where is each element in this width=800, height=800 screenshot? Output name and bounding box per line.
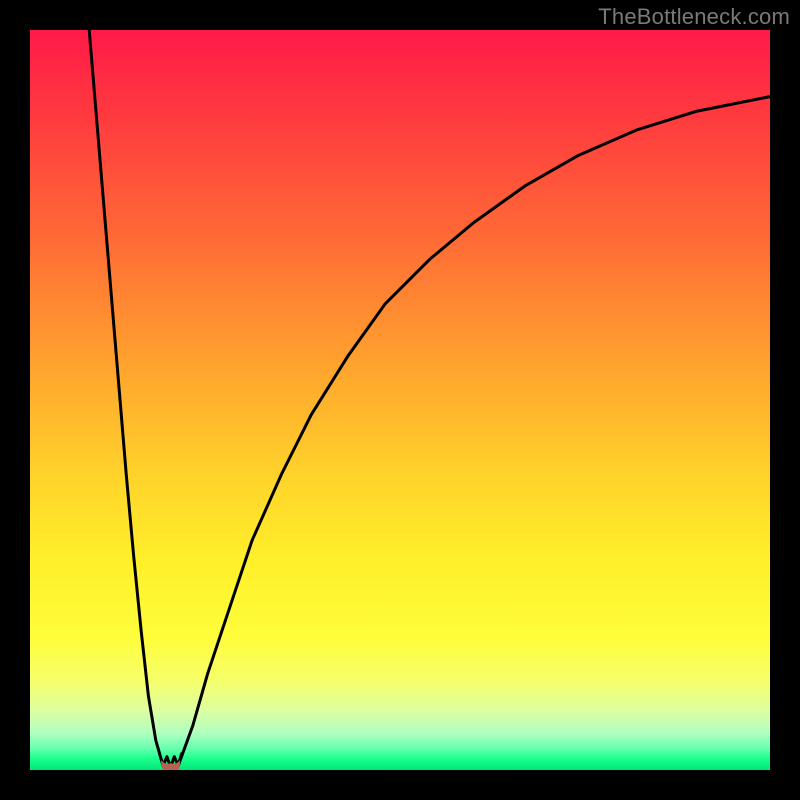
bottleneck-curve: [30, 30, 770, 770]
plot-area: [30, 30, 770, 770]
bottleneck-curve-path: [89, 30, 770, 767]
chart-frame: TheBottleneck.com: [0, 0, 800, 800]
watermark-text: TheBottleneck.com: [598, 4, 790, 30]
